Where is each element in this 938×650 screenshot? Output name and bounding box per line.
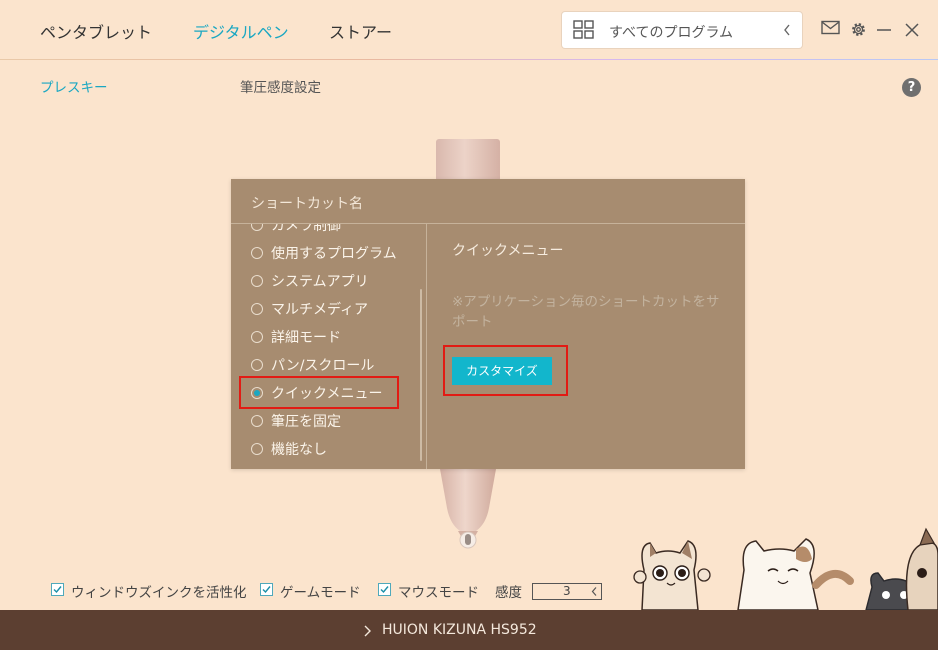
device-name: HUION KIZUNA HS952 bbox=[382, 622, 537, 638]
device-footer[interactable]: HUION KIZUNA HS952 bbox=[0, 610, 938, 650]
tab-pen-tablet[interactable]: ペンタブレット bbox=[40, 19, 152, 43]
shortcut-list[interactable]: カメラ制御 使用するプログラム システムアプリ マルチメディア 詳細モード パン… bbox=[231, 224, 426, 469]
tab-digital-pen[interactable]: デジタルペン bbox=[193, 19, 289, 43]
radio-icon bbox=[251, 359, 263, 371]
checkbox-checked-icon bbox=[260, 583, 273, 596]
subtab-pressure-sensitivity[interactable]: 筆圧感度設定 bbox=[240, 76, 321, 96]
customize-button[interactable]: カスタマイズ bbox=[452, 357, 552, 385]
detail-title: クイックメニュー bbox=[452, 243, 564, 259]
panel-column-divider bbox=[426, 224, 427, 469]
radio-icon bbox=[251, 443, 263, 455]
mail-icon[interactable] bbox=[821, 20, 840, 35]
chevron-left-icon[interactable] bbox=[782, 21, 792, 39]
radio-icon bbox=[251, 331, 263, 343]
program-select-label: すべてのプログラム bbox=[609, 25, 734, 41]
tab-store[interactable]: ストアー bbox=[329, 19, 392, 43]
panel-title: ショートカット名 bbox=[251, 196, 363, 212]
radio-icon bbox=[251, 247, 263, 259]
sensitivity-value: 3 bbox=[563, 584, 571, 598]
chevron-right-icon[interactable] bbox=[362, 624, 372, 638]
sensitivity-label: 感度 bbox=[495, 585, 522, 601]
radio-icon bbox=[251, 224, 263, 231]
gear-icon[interactable] bbox=[850, 21, 867, 38]
cats-illustration bbox=[633, 527, 938, 610]
close-icon[interactable] bbox=[904, 22, 920, 38]
help-icon[interactable]: ? bbox=[902, 78, 921, 97]
radio-icon bbox=[251, 415, 263, 427]
detail-description: ※アプリケーション毎のショートカットをサポート bbox=[452, 294, 720, 330]
program-select[interactable]: すべてのプログラム bbox=[562, 12, 802, 48]
checkbox-checked-icon bbox=[51, 583, 64, 596]
grid-icon bbox=[573, 20, 594, 39]
radio-icon bbox=[251, 303, 263, 315]
radio-icon bbox=[251, 275, 263, 287]
top-navigation: ペンタブレット デジタルペン ストアー すべてのプログラム bbox=[0, 0, 938, 60]
nav-divider bbox=[0, 59, 938, 60]
sensitivity-stepper[interactable]: 3 bbox=[532, 583, 602, 600]
chevron-left-icon[interactable] bbox=[590, 584, 598, 599]
minimize-icon[interactable] bbox=[876, 22, 892, 38]
subtab-press-key[interactable]: プレスキー bbox=[40, 76, 108, 96]
pen-barrel bbox=[436, 139, 500, 181]
list-scrollbar[interactable] bbox=[420, 289, 422, 461]
checkbox-checked-icon bbox=[378, 583, 391, 596]
selection-highlight-box bbox=[239, 376, 399, 409]
